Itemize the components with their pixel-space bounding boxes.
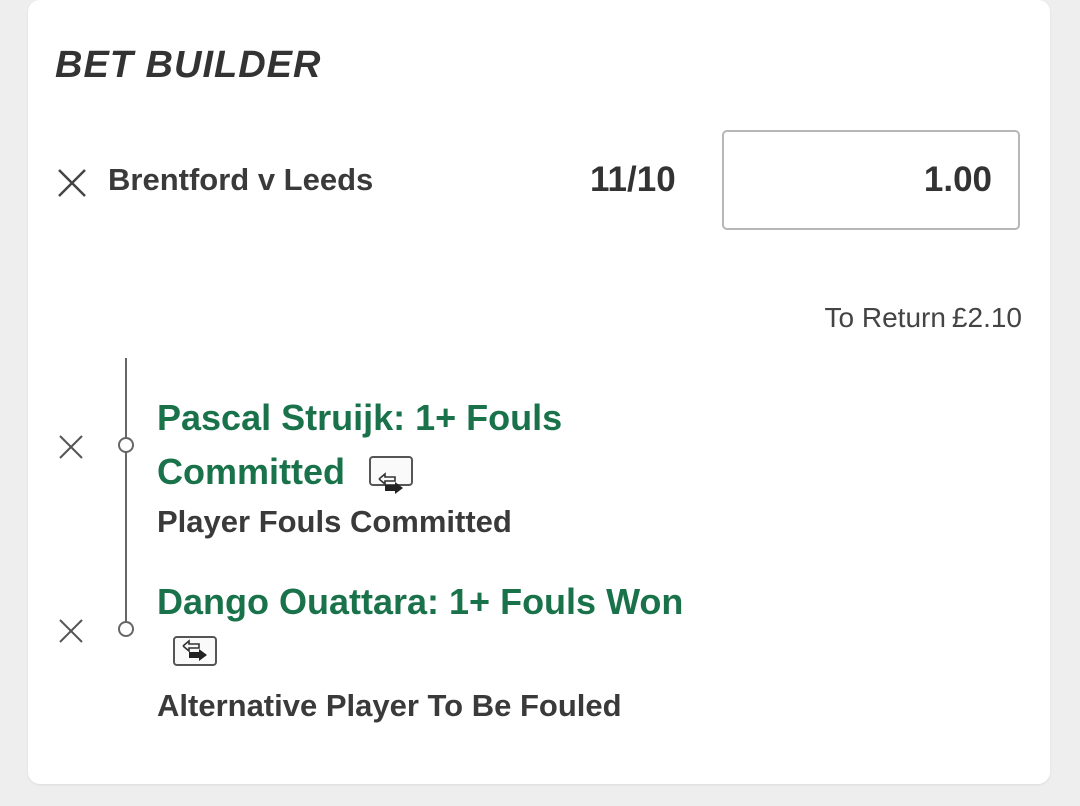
bet-builder-card: BET BUILDER Brentford v Leeds 11/10 To R… xyxy=(28,0,1050,784)
bet-builder-title: BET BUILDER xyxy=(55,44,322,86)
event-name: Brentford v Leeds xyxy=(108,162,374,197)
bet-odds: 11/10 xyxy=(590,160,676,199)
remove-selection-icon[interactable] xyxy=(58,618,84,644)
selection-title-line: Committed xyxy=(157,451,345,492)
selection-title-line: Dango Ouattara: 1+ Fouls Won xyxy=(157,581,684,622)
selection-market: Player Fouls Committed xyxy=(157,504,512,539)
stake-input[interactable] xyxy=(722,130,1020,230)
selection-title: Dango Ouattara: 1+ Fouls Won xyxy=(157,575,683,629)
to-return-value: £2.10 xyxy=(951,302,1022,333)
selection-market: Alternative Player To Be Fouled xyxy=(157,688,622,723)
timeline-dot xyxy=(118,437,134,453)
remove-selection-icon[interactable] xyxy=(58,434,84,460)
to-return-label: To Return xyxy=(824,302,946,333)
to-return: To Return £2.10 xyxy=(825,302,1022,334)
selection-title: Pascal Struijk: 1+ Fouls Committed xyxy=(157,391,562,499)
selection-title-line: Pascal Struijk: 1+ Fouls xyxy=(157,397,563,438)
swap-icon[interactable] xyxy=(369,456,414,495)
remove-bet-icon[interactable] xyxy=(57,168,87,198)
timeline-line xyxy=(125,358,127,628)
timeline-dot xyxy=(118,621,134,637)
swap-icon[interactable] xyxy=(173,636,217,666)
